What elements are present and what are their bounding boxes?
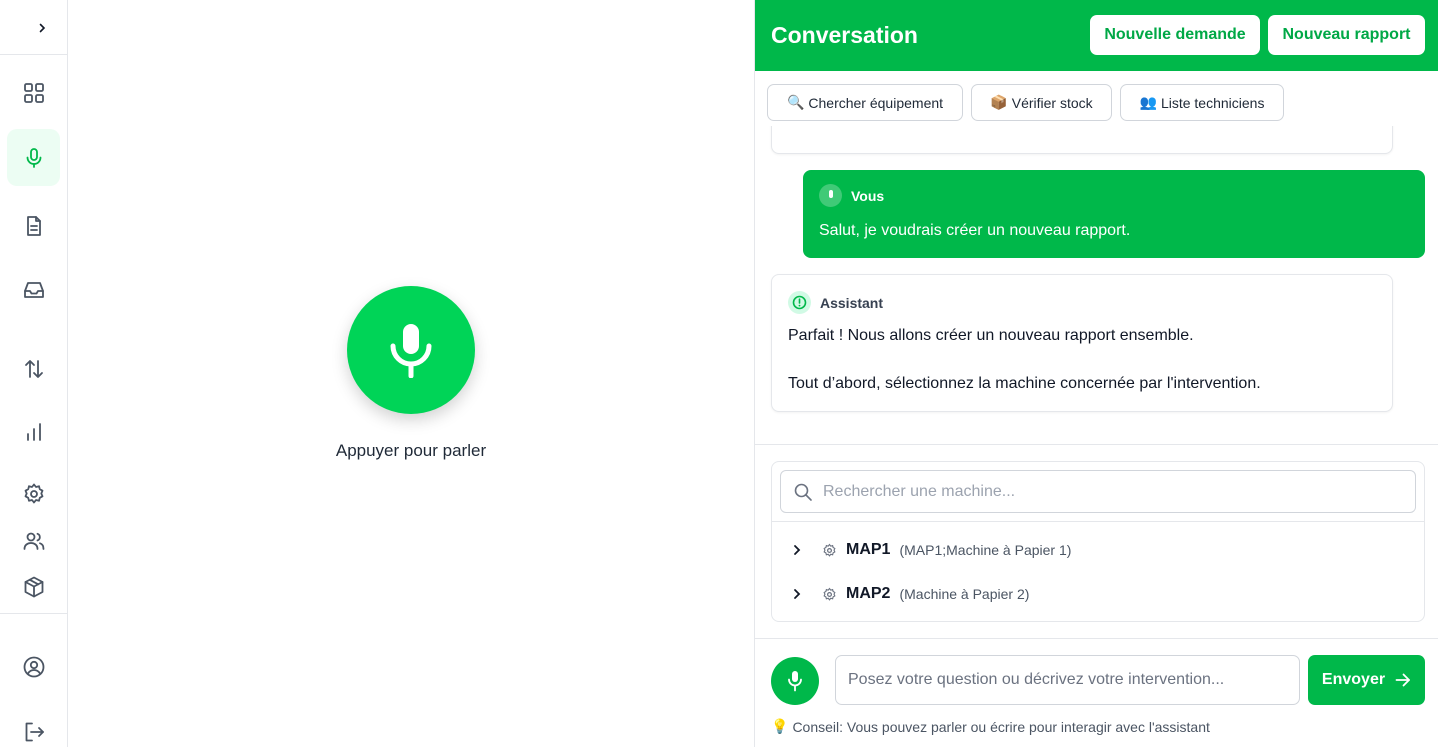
panel-title: Conversation (771, 22, 918, 48)
push-to-talk-label: Appuyer pour parler (335, 441, 487, 460)
inbox-icon (23, 281, 44, 298)
send-button[interactable]: Envoyer (1308, 655, 1425, 705)
message-text: Salut, je voudrais créer un nouveau rapp… (819, 222, 1131, 239)
conversation-panel: Conversation Nouvelle demande Nouveau ra… (754, 0, 1438, 747)
assistant-message: Assistant Parfait ! Nous allons créer un… (771, 274, 1393, 412)
bar-chart-icon (26, 422, 41, 441)
message-text: Parfait ! Nous allons créer un nouveau r… (788, 327, 1194, 344)
microphone-icon (26, 147, 41, 168)
message-author: Vous (819, 184, 884, 207)
sidebar-item-logout[interactable] (7, 703, 60, 747)
sidebar-item-dashboard[interactable] (7, 64, 60, 121)
machine-tree-item[interactable]: MAP2 (Machine à Papier 2) (792, 582, 1029, 606)
panel-header: Conversation Nouvelle demande Nouveau ra… (755, 0, 1438, 71)
chat-messages[interactable]: Vous Salut, je voudrais créer un nouveau… (755, 126, 1438, 444)
new-report-button[interactable]: Nouveau rapport (1268, 15, 1425, 55)
quick-action-label: Liste techniciens (1160, 94, 1265, 111)
machine-name: MAP1 (846, 541, 891, 558)
gear-icon (822, 543, 838, 558)
new-request-button[interactable]: Nouvelle demande (1090, 15, 1260, 55)
sidebar-item-inventory[interactable] (7, 558, 60, 615)
hint-text: 💡 Conseil: Vous pouvez parler ou écrire … (771, 718, 1210, 735)
quick-action-check-stock[interactable]: 📦 Vérifier stock (971, 84, 1112, 121)
quick-action-search-equipment[interactable]: 🔍 Chercher équipement (767, 84, 963, 121)
quick-action-technicians[interactable]: 👥 Liste techniciens (1120, 84, 1284, 121)
logout-icon (25, 722, 44, 741)
users-icon (23, 532, 44, 550)
previous-message (771, 126, 1393, 154)
machine-name: MAP2 (846, 585, 891, 602)
message-field[interactable] (835, 655, 1300, 705)
machine-picker: MAP1 (MAP1;Machine à Papier 1) MAP2 (Mac… (771, 461, 1425, 622)
gear-icon (822, 587, 838, 602)
microphone-icon (828, 189, 833, 198)
sidebar-divider (0, 54, 67, 55)
sidebar-item-profile[interactable] (7, 638, 60, 695)
voice-area: Appuyer pour parler (68, 0, 754, 747)
machine-search-input[interactable] (823, 482, 1383, 501)
push-to-talk-button[interactable] (347, 286, 475, 414)
magnifier-icon: 🔍 (786, 94, 805, 110)
chevron-right-icon[interactable] (792, 544, 808, 556)
quick-action-label: Chercher équipement (808, 94, 944, 111)
sidebar-item-transfers[interactable] (7, 340, 60, 397)
machine-description: (Machine à Papier 2) (899, 586, 1030, 602)
message-input[interactable] (848, 671, 1288, 689)
divider (755, 444, 1438, 445)
voice-input-button[interactable] (771, 657, 819, 705)
arrow-right-icon (1395, 673, 1410, 687)
machine-search-field[interactable] (780, 470, 1416, 513)
document-icon (26, 215, 41, 236)
quick-action-label: Vérifier stock (1011, 94, 1093, 111)
microphone-icon (788, 671, 802, 692)
machine-tree-item[interactable]: MAP1 (MAP1;Machine à Papier 1) (792, 538, 1071, 562)
alert-circle-icon (788, 291, 811, 314)
hint-label: Conseil: Vous pouvez parler ou écrire po… (792, 718, 1210, 735)
sidebar-item-analytics[interactable] (7, 403, 60, 460)
grid-icon (23, 82, 44, 103)
package-icon: 📦 (990, 94, 1008, 110)
sidebar-item-voice[interactable] (7, 129, 60, 186)
arrows-up-down-icon (24, 359, 43, 378)
message-text: Tout d’abord, sélectionnez la machine co… (788, 375, 1261, 392)
user-avatar (819, 184, 842, 207)
chevron-right-icon (39, 23, 46, 33)
lightbulb-icon: 💡 (771, 718, 789, 734)
user-circle-icon (23, 656, 44, 677)
author-name: Assistant (820, 294, 884, 311)
divider (755, 638, 1438, 639)
gear-icon (24, 483, 43, 503)
author-name: Vous (851, 187, 885, 204)
search-icon (794, 483, 812, 501)
send-button-label: Envoyer (1321, 671, 1386, 688)
message-author: Assistant (788, 291, 883, 314)
sidebar-divider (0, 613, 67, 614)
user-message: Vous Salut, je voudrais créer un nouveau… (803, 170, 1425, 258)
microphone-icon (390, 324, 432, 378)
sidebar (0, 0, 68, 747)
chevron-right-icon[interactable] (792, 588, 808, 600)
sidebar-item-inbox[interactable] (7, 261, 60, 318)
people-icon: 👥 (1139, 94, 1157, 110)
sidebar-item-reports[interactable] (7, 197, 60, 254)
sidebar-expand-button[interactable] (28, 14, 56, 42)
machine-description: (MAP1;Machine à Papier 1) (899, 542, 1072, 558)
box-icon (24, 576, 43, 597)
divider (772, 521, 1424, 522)
